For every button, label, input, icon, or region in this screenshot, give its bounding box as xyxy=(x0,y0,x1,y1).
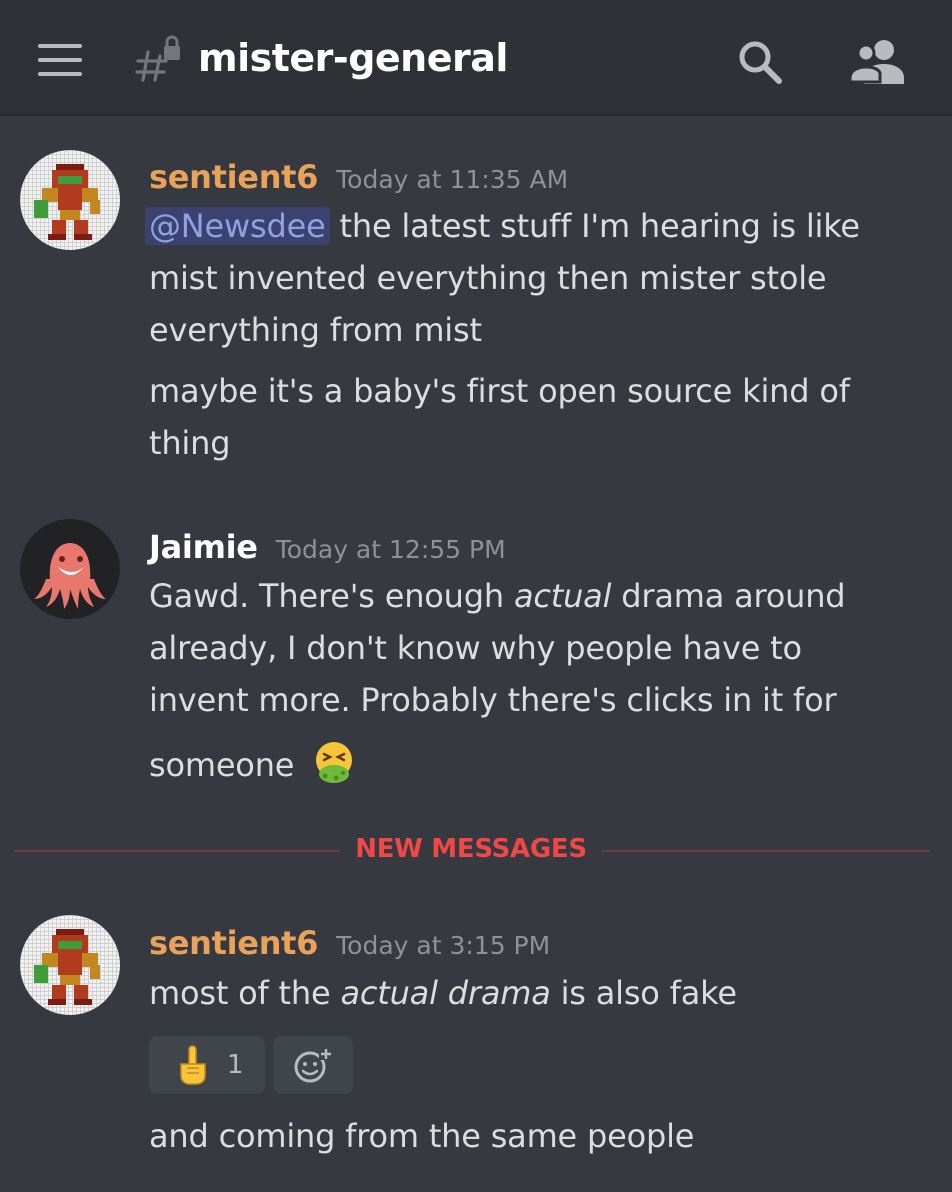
message-text: mist invented everything then mister sto… xyxy=(149,259,827,297)
locked-hash-icon xyxy=(135,35,180,82)
message-header: Jaimie Today at 12:55 PM xyxy=(149,528,506,566)
channel-header: mister-general xyxy=(0,0,952,116)
message-header: sentient6 Today at 11:35 AM xyxy=(149,158,568,196)
channel-name: mister-general xyxy=(198,36,508,80)
members-icon[interactable] xyxy=(848,38,908,84)
hamburger-menu-icon[interactable] xyxy=(38,44,82,78)
timestamp: Today at 11:35 AM xyxy=(336,165,569,194)
user-mention[interactable]: @Newsdee xyxy=(145,207,330,245)
search-icon[interactable] xyxy=(736,38,784,86)
message-text: maybe it's a baby's first open source ki… xyxy=(149,372,850,410)
author-name[interactable]: sentient6 xyxy=(149,158,318,196)
message-header: sentient6 Today at 3:15 PM xyxy=(149,924,550,962)
timestamp: Today at 3:15 PM xyxy=(336,931,551,960)
pixel-samus-avatar[interactable] xyxy=(20,915,120,1015)
message-text: Gawd. There's enough actual drama around xyxy=(149,577,846,615)
reaction-pill[interactable]: 1 xyxy=(149,1036,265,1094)
message-text: thing xyxy=(149,424,231,462)
reaction-count: 1 xyxy=(227,1050,244,1080)
message-text: most of the actual drama is also fake xyxy=(149,974,737,1012)
vomiting-face-emoji xyxy=(316,742,353,783)
add-reaction-icon xyxy=(294,1048,333,1083)
pixel-samus-avatar[interactable] xyxy=(20,150,120,250)
message-text: already, I don't know why people have to xyxy=(149,629,802,667)
message-text: and coming from the same people xyxy=(149,1117,695,1155)
new-messages-label: NEW MESSAGES xyxy=(340,834,602,868)
add-reaction-button[interactable] xyxy=(273,1036,353,1094)
message-text: everything from mist xyxy=(149,311,482,349)
pointing-up-emoji xyxy=(180,1045,206,1085)
timestamp: Today at 12:55 PM xyxy=(275,535,506,564)
author-name[interactable]: Jaimie xyxy=(149,528,258,566)
message-text: someone xyxy=(149,740,356,784)
pink-octopus-avatar[interactable] xyxy=(20,519,120,619)
author-name[interactable]: sentient6 xyxy=(149,924,318,962)
message-text: invent more. Probably there's clicks in … xyxy=(149,681,837,719)
message-text: @Newsdee the latest stuff I'm hearing is… xyxy=(145,207,860,245)
